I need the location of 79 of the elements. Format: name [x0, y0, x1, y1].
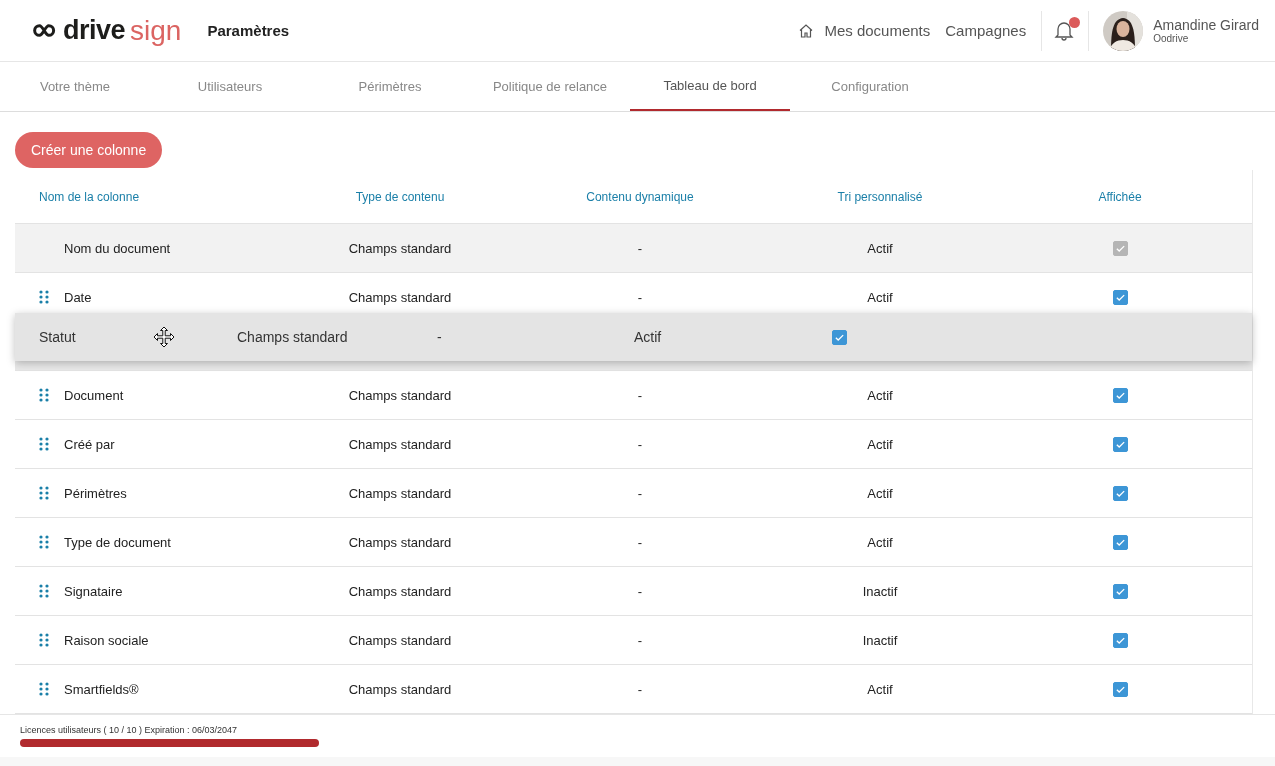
- table-cell: Inactif: [862, 632, 898, 648]
- table-cell: Champs standard: [237, 329, 348, 345]
- license-info: Licences utilisateurs ( 10 / 10 ) Expiration : 06/03/2047: [20, 725, 239, 735]
- user-company: Oodrive: [1153, 33, 1190, 44]
- checkbox[interactable]: [1112, 681, 1128, 697]
- move-cursor-icon: [153, 326, 175, 348]
- table-cell: -: [637, 387, 643, 403]
- table-cell: Champs standard: [348, 681, 452, 697]
- checkbox[interactable]: [1112, 583, 1128, 599]
- checkbox[interactable]: [1112, 387, 1128, 403]
- table-cell: -: [637, 485, 643, 501]
- table-cell: Statut: [39, 329, 76, 345]
- table-cell: Champs standard: [348, 289, 452, 305]
- drag-handle-icon[interactable]: [39, 388, 49, 402]
- nav-link[interactable]: Mes documents: [824, 22, 931, 39]
- table-cell: Champs standard: [348, 485, 452, 501]
- checkbox[interactable]: [1112, 436, 1128, 452]
- table-cell: Raison sociale: [64, 632, 149, 648]
- table-cell: -: [637, 681, 643, 697]
- drag-handle-icon[interactable]: [39, 290, 49, 304]
- checkbox[interactable]: [1112, 485, 1128, 501]
- drag-handle-icon[interactable]: [39, 584, 49, 598]
- table-cell: Type de document: [64, 534, 171, 550]
- table-cell: Date: [64, 289, 92, 305]
- table-cell: Champs standard: [348, 583, 452, 599]
- drag-handle-icon[interactable]: [39, 633, 49, 647]
- column-header[interactable]: Affichée: [1098, 189, 1142, 204]
- table-cell: -: [637, 534, 643, 550]
- table-cell: Champs standard: [348, 240, 452, 256]
- table-cell: -: [637, 436, 643, 452]
- tab[interactable]: Utilisateurs: [150, 62, 310, 111]
- page-title: Paramètres: [207, 22, 290, 39]
- create-column-button[interactable]: Créer une colonne: [15, 132, 163, 168]
- tab[interactable]: Configuration: [790, 62, 950, 111]
- table-cell: Actif: [867, 240, 893, 256]
- table-cell: -: [637, 289, 643, 305]
- table-cell: Document: [64, 387, 124, 403]
- table-cell: -: [637, 583, 643, 599]
- drag-handle-icon[interactable]: [39, 437, 49, 451]
- table-cell: Actif: [867, 485, 893, 501]
- dragged-row[interactable]: Statut Champs standard - Actif: [15, 313, 1252, 361]
- table-cell: Créé par: [64, 436, 115, 452]
- table-cell: Actif: [634, 329, 662, 345]
- table-cell: Champs standard: [348, 534, 452, 550]
- table-cell: Actif: [867, 681, 893, 697]
- column-header[interactable]: Type de contenu: [355, 189, 445, 204]
- table-cell: Actif: [867, 387, 893, 403]
- table-cell: -: [637, 240, 643, 256]
- table-cell: -: [437, 329, 442, 345]
- table-cell: Signataire: [64, 583, 123, 599]
- table-cell: Actif: [867, 289, 893, 305]
- column-header[interactable]: Nom de la colonne: [39, 189, 140, 204]
- drag-handle-icon[interactable]: [39, 486, 49, 500]
- checkbox[interactable]: [1112, 632, 1128, 648]
- table-cell: Champs standard: [348, 387, 452, 403]
- home-icon[interactable]: [798, 22, 815, 39]
- tab[interactable]: Tableau de bord: [630, 62, 790, 111]
- table-cell: Périmètres: [64, 485, 127, 501]
- table-cell: Inactif: [862, 583, 898, 599]
- table-cell: Champs standard: [348, 632, 452, 648]
- drag-handle-icon[interactable]: [39, 535, 49, 549]
- tab[interactable]: Périmètres: [310, 62, 470, 111]
- table-cell: -: [637, 632, 643, 648]
- tab[interactable]: Votre thème: [0, 62, 150, 111]
- user-name: Amandine Girard: [1153, 17, 1259, 33]
- checkbox[interactable]: [1112, 534, 1128, 550]
- table-cell: Actif: [867, 534, 893, 550]
- column-header[interactable]: Contenu dynamique: [586, 189, 694, 204]
- checkbox[interactable]: [1112, 289, 1128, 305]
- column-header[interactable]: Tri personnalisé: [837, 189, 923, 204]
- table-cell: Champs standard: [348, 436, 452, 452]
- nav-link[interactable]: Campagnes: [945, 22, 1027, 39]
- logo[interactable]: drive sign: [32, 16, 182, 45]
- tab[interactable]: Politique de relance: [470, 62, 630, 111]
- checkbox[interactable]: [832, 329, 847, 345]
- drag-handle-icon[interactable]: [39, 682, 49, 696]
- table-cell: Nom du document: [64, 240, 171, 256]
- table-cell: Actif: [867, 436, 893, 452]
- table-cell: Smartfields®: [64, 681, 139, 697]
